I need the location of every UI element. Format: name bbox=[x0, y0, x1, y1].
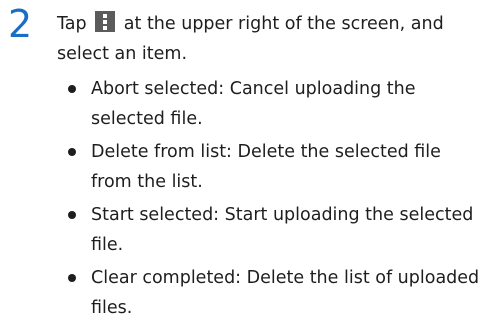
list-item: Start selected: Start uploading the sele… bbox=[68, 200, 480, 260]
step-instruction: Tap at the upper right of the screen, an… bbox=[57, 9, 477, 69]
bullet-icon bbox=[68, 274, 76, 282]
list-item-text: Delete from list: Delete the selected fi… bbox=[91, 142, 441, 192]
bullet-icon bbox=[68, 148, 76, 156]
step-text-before-icon: Tap bbox=[57, 14, 87, 34]
step-number: 2 bbox=[8, 2, 33, 46]
bullet-icon bbox=[68, 85, 76, 93]
list-item-text: Abort selected: Cancel uploading the sel… bbox=[91, 79, 416, 129]
list-item-text: Start selected: Start uploading the sele… bbox=[91, 205, 474, 255]
more-vert-icon bbox=[95, 11, 116, 32]
list-item: Abort selected: Cancel uploading the sel… bbox=[68, 74, 480, 134]
menu-items-list: Abort selected: Cancel uploading the sel… bbox=[68, 74, 480, 326]
list-item: Delete from list: Delete the selected fi… bbox=[68, 137, 480, 197]
bullet-icon bbox=[68, 211, 76, 219]
list-item: Clear completed: Delete the list of uplo… bbox=[68, 263, 480, 323]
